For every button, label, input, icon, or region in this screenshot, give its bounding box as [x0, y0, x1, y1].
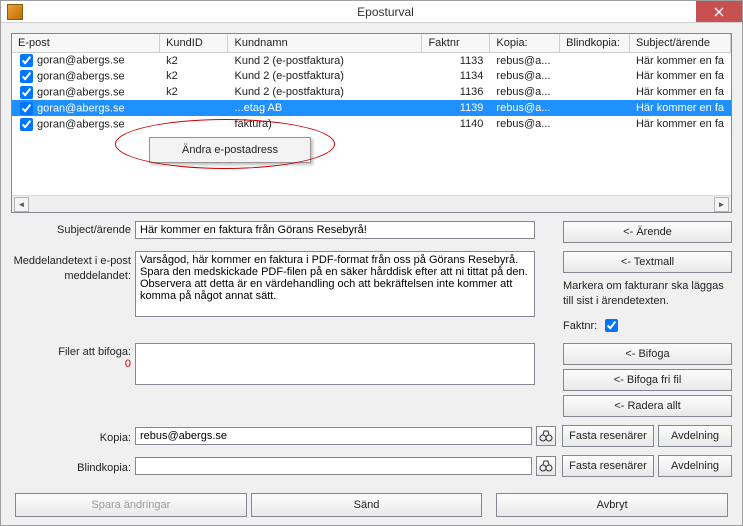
cell [560, 84, 630, 100]
cell: 1133 [422, 52, 490, 68]
cell: 1136 [422, 84, 490, 100]
cell [160, 100, 228, 116]
horizontal-scrollbar[interactable]: ◄ ► [12, 195, 731, 212]
cell: k2 [160, 68, 228, 84]
dialog-window: Eposturval E-postKundIDKundnamnFaktnrKop… [0, 0, 743, 526]
bifoga-fri-fil-button[interactable]: <- Bifoga fri fil [563, 369, 732, 391]
row-checkbox[interactable] [20, 86, 33, 99]
label-subject: Subject/ärende [11, 221, 131, 236]
table-row[interactable]: goran@abergs.se k2Kund 2 (e-postfaktura)1… [12, 84, 731, 100]
radera-allt-button[interactable]: <- Radera allt [563, 395, 732, 417]
cell [560, 68, 630, 84]
blindkopia-input[interactable] [135, 457, 532, 475]
cell: k2 [160, 84, 228, 100]
avbryt-button[interactable]: Avbryt [496, 493, 728, 517]
context-menu: Ändra e-postadress [149, 137, 311, 163]
cell: 1140 [422, 116, 490, 132]
email-table: E-postKundIDKundnamnFaktnrKopia:Blindkop… [12, 34, 731, 132]
column-header[interactable]: Kundnamn [228, 34, 422, 52]
window-title: Eposturval [29, 5, 742, 19]
row-checkbox[interactable] [20, 118, 33, 131]
cell-email: goran@abergs.se [37, 102, 125, 114]
cell-email: goran@abergs.se [37, 86, 125, 98]
blindkopia-lookup-button[interactable] [536, 456, 556, 476]
kopia-lookup-button[interactable] [536, 426, 556, 446]
cell: Här kommer en fa [629, 68, 730, 84]
cell-email: goran@abergs.se [37, 55, 125, 67]
faktnr-hint: Markera om fakturanr ska läggas till sis… [563, 279, 732, 308]
email-table-container: E-postKundIDKundnamnFaktnrKopia:Blindkop… [11, 33, 732, 213]
cell-email: goran@abergs.se [37, 70, 125, 82]
row-checkbox[interactable] [20, 54, 33, 67]
cell: Här kommer en fa [629, 116, 730, 132]
context-menu-item-change-email[interactable]: Ändra e-postadress [152, 140, 308, 160]
cell: k2 [160, 52, 228, 68]
filer-count: 0 [11, 358, 131, 370]
cell: rebus@a... [490, 100, 560, 116]
cell-email: goran@abergs.se [37, 118, 125, 130]
column-header[interactable]: E-post [12, 34, 160, 52]
column-header[interactable]: Subject/ärende [629, 34, 730, 52]
label-kopia: Kopia: [11, 429, 131, 444]
table-row[interactable]: goran@abergs.se k2Kund 2 (e-postfaktura)1… [12, 52, 731, 68]
cell: faktura) [228, 116, 422, 132]
faktnr-checkbox[interactable] [605, 319, 618, 332]
sand-button[interactable]: Sänd [251, 493, 483, 517]
cell: Kund 2 (e-postfaktura) [228, 68, 422, 84]
cell [560, 52, 630, 68]
arende-button[interactable]: <- Ärende [563, 221, 732, 243]
subject-input[interactable] [135, 221, 535, 239]
kopia-fasta-button[interactable]: Fasta resenärer [562, 425, 654, 447]
cell: rebus@a... [490, 52, 560, 68]
label-body: Meddelandetext i e-post meddelandet: [11, 251, 131, 283]
row-checkbox[interactable] [20, 70, 33, 83]
app-icon [7, 4, 23, 20]
table-row[interactable]: goran@abergs.se ...etag AB1139rebus@a... H… [12, 100, 731, 116]
textmall-button[interactable]: <- Textmall [563, 251, 732, 273]
table-scroll[interactable]: E-postKundIDKundnamnFaktnrKopia:Blindkop… [12, 34, 731, 195]
cell: 1134 [422, 68, 490, 84]
scroll-right-icon[interactable]: ► [714, 197, 729, 212]
close-button[interactable] [696, 1, 742, 22]
cell: rebus@a... [490, 68, 560, 84]
cell: ...etag AB [228, 100, 422, 116]
binoculars-icon [539, 460, 553, 472]
cell: Kund 2 (e-postfaktura) [228, 52, 422, 68]
column-header[interactable]: KundID [160, 34, 228, 52]
column-header[interactable]: Kopia: [490, 34, 560, 52]
spara-button[interactable]: Spara ändringar [15, 493, 247, 517]
blindkopia-fasta-button[interactable]: Fasta resenärer [562, 455, 654, 477]
table-row[interactable]: goran@abergs.se faktura)1140rebus@a... Här… [12, 116, 731, 132]
cell: 1139 [422, 100, 490, 116]
cell: Kund 2 (e-postfaktura) [228, 84, 422, 100]
cell [560, 100, 630, 116]
blindkopia-avdelning-button[interactable]: Avdelning [658, 455, 732, 477]
cell: rebus@a... [490, 84, 560, 100]
cell [560, 116, 630, 132]
column-header[interactable]: Faktnr [422, 34, 490, 52]
cell: Här kommer en fa [629, 52, 730, 68]
binoculars-icon [539, 430, 553, 442]
kopia-input[interactable] [135, 427, 532, 445]
filer-listbox[interactable] [135, 343, 535, 385]
cell: Här kommer en fa [629, 100, 730, 116]
table-row[interactable]: goran@abergs.se k2Kund 2 (e-postfaktura)1… [12, 68, 731, 84]
label-blindkopia: Blindkopia: [11, 459, 131, 474]
bifoga-button[interactable]: <- Bifoga [563, 343, 732, 365]
cell: rebus@a... [490, 116, 560, 132]
label-filer: Filer att bifoga: 0 [11, 343, 131, 370]
cell [160, 116, 228, 132]
body-textarea[interactable] [135, 251, 535, 317]
titlebar: Eposturval [1, 1, 742, 23]
content-area: E-postKundIDKundnamnFaktnrKopia:Blindkop… [1, 23, 742, 525]
row-checkbox[interactable] [20, 102, 33, 115]
close-icon [714, 7, 724, 17]
column-header[interactable]: Blindkopia: [560, 34, 630, 52]
kopia-avdelning-button[interactable]: Avdelning [658, 425, 732, 447]
cell: Här kommer en fa [629, 84, 730, 100]
label-faktnr: Faktnr: [563, 320, 597, 332]
scroll-left-icon[interactable]: ◄ [14, 197, 29, 212]
